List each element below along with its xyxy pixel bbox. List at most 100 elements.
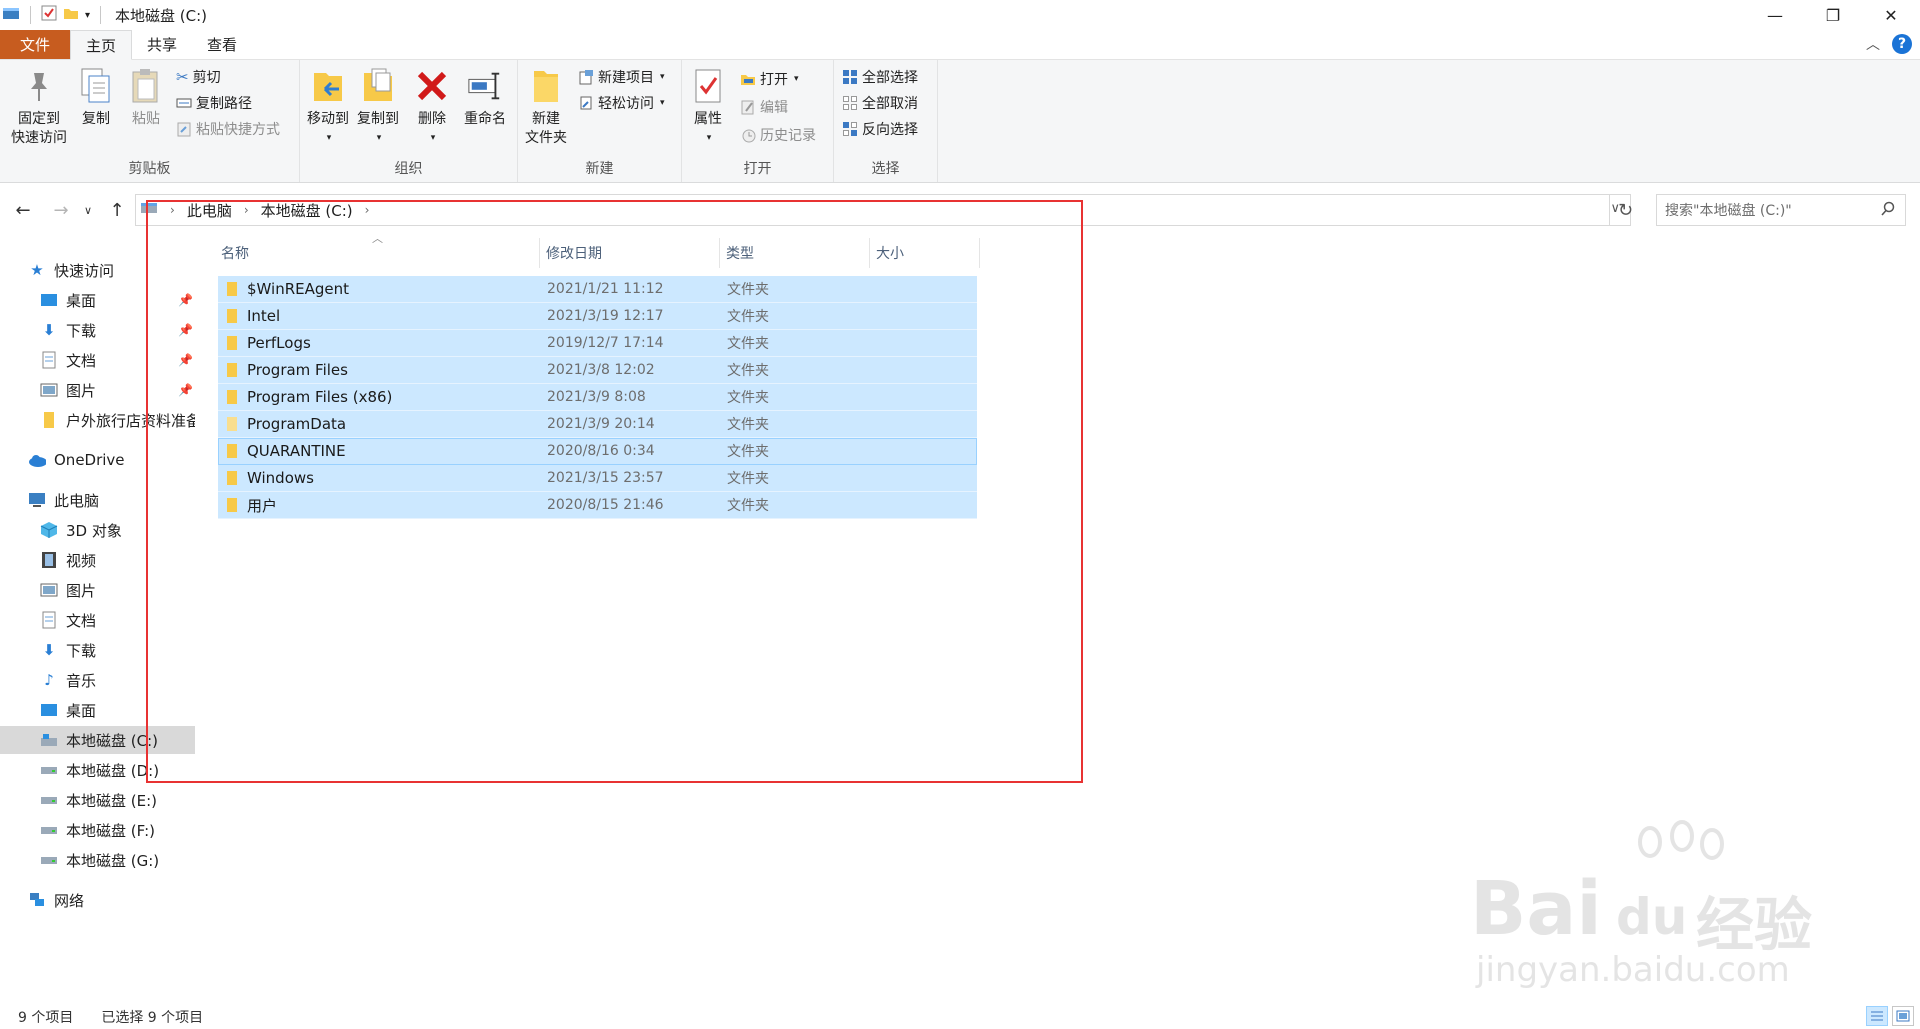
- up-arrow-icon[interactable]: ↑: [104, 198, 130, 222]
- search-icon: [1880, 201, 1896, 221]
- easy-access-label: 轻松访问: [598, 96, 654, 112]
- cut-label: 剪切: [192, 70, 221, 86]
- pin-to-quick-access-button[interactable]: 固定到 快速访问: [6, 66, 72, 148]
- invert-selection-icon: [842, 121, 858, 137]
- delete-x-icon: [414, 66, 450, 106]
- nav-drive-g[interactable]: 本地磁盘 (G:): [0, 846, 195, 874]
- select-all-button[interactable]: 全部选择: [842, 66, 918, 88]
- new-group: 新建 文件夹 新建项目 ▾ 轻松访问 ▾ 新建: [518, 60, 682, 182]
- organize-group: 移动到 ▾ 复制到 ▾ 删除 ▾ 重命名 组织: [300, 60, 518, 182]
- star-icon: ★: [30, 261, 44, 279]
- nav-drive-c-label: 本地磁盘 (C:): [66, 731, 158, 750]
- download-arrow-icon: ⬇: [42, 321, 56, 339]
- nav-videos-label: 视频: [66, 551, 97, 570]
- new-item-icon: [578, 69, 594, 85]
- nav-drive-f[interactable]: 本地磁盘 (F:): [0, 816, 195, 844]
- minimize-button[interactable]: —: [1746, 0, 1804, 30]
- nav-quick-documents-label: 文档: [66, 351, 97, 370]
- window-title: 本地磁盘 (C:): [115, 6, 208, 25]
- pin-icon: [21, 66, 57, 106]
- paste-button[interactable]: 粘贴: [126, 66, 166, 129]
- move-to-folder-icon: [310, 66, 346, 106]
- new-item-button[interactable]: 新建项目 ▾: [578, 66, 665, 88]
- cut-button[interactable]: ✂ 剪切: [176, 66, 221, 88]
- new-folder-button[interactable]: 新建 文件夹: [524, 66, 568, 148]
- paste-icon: [128, 66, 164, 106]
- refresh-icon[interactable]: ↻: [1609, 194, 1641, 226]
- new-group-label: 新建: [585, 161, 614, 177]
- nav-drive-e[interactable]: 本地磁盘 (E:): [0, 786, 195, 814]
- customize-qat-chevron-icon[interactable]: ▾: [85, 10, 90, 21]
- maximize-button[interactable]: ❐: [1804, 0, 1862, 30]
- drive-icon: [40, 761, 58, 779]
- status-bar: 9 个项目 已选择 9 个项目: [0, 1004, 1920, 1029]
- forward-arrow-icon[interactable]: →: [48, 198, 74, 222]
- organize-group-label: 组织: [394, 161, 423, 177]
- delete-dropdown-icon: ▾: [430, 133, 436, 143]
- back-arrow-icon[interactable]: ←: [10, 198, 36, 222]
- tab-home[interactable]: 主页: [70, 30, 133, 60]
- tab-file[interactable]: 文件: [0, 30, 70, 59]
- open-button[interactable]: 打开 ▾: [740, 68, 799, 90]
- help-icon[interactable]: ?: [1892, 34, 1912, 54]
- cloud-icon: [28, 451, 46, 469]
- collapse-ribbon-chevron-icon[interactable]: ︿: [1866, 34, 1880, 54]
- ribbon: 固定到 快速访问 复制 粘贴 ✂ 剪切 复制路径 粘贴快捷方式 剪贴板 移动到 …: [0, 60, 1920, 183]
- copy-path-icon: [176, 95, 192, 111]
- pin-label: 固定到 快速访问: [11, 111, 67, 146]
- properties-button[interactable]: 属性 ▾: [688, 66, 728, 148]
- tab-share[interactable]: 共享: [132, 30, 192, 59]
- select-none-button[interactable]: 全部取消: [842, 92, 918, 114]
- highlight-annotation-box: [146, 200, 1083, 783]
- music-note-icon: ♪: [44, 671, 54, 689]
- select-group: 全部选择 全部取消 反向选择 选择: [834, 60, 938, 182]
- copy-to-folder-icon: [360, 66, 396, 106]
- copy-path-button[interactable]: 复制路径: [176, 92, 252, 114]
- edit-button[interactable]: 编辑: [740, 96, 788, 118]
- watermark-brand: Bai: [1470, 866, 1602, 952]
- nav-network-label: 网络: [54, 891, 85, 910]
- properties-qat-icon[interactable]: [41, 5, 57, 25]
- invert-selection-button[interactable]: 反向选择: [842, 118, 918, 140]
- nav-drive-g-label: 本地磁盘 (G:): [66, 851, 160, 870]
- history-label: 历史记录: [760, 128, 816, 144]
- selected-count: 已选择 9 个项目: [101, 1009, 204, 1026]
- drive-icon: [40, 851, 58, 869]
- tab-view[interactable]: 查看: [192, 30, 252, 59]
- easy-access-dropdown-icon: ▾: [660, 98, 665, 108]
- select-none-label: 全部取消: [862, 96, 918, 112]
- open-group-label: 打开: [743, 161, 772, 177]
- paste-shortcut-label: 粘贴快捷方式: [196, 122, 280, 138]
- nav-network[interactable]: 网络: [28, 886, 223, 914]
- delete-button[interactable]: 删除 ▾: [412, 66, 452, 148]
- copy-to-button[interactable]: 复制到 ▾: [354, 66, 402, 148]
- nav-3d-objects-label: 3D 对象: [66, 521, 122, 540]
- select-none-icon: [842, 95, 858, 111]
- paste-shortcut-button[interactable]: 粘贴快捷方式: [176, 118, 280, 140]
- large-icons-view-icon[interactable]: [1892, 1006, 1914, 1026]
- close-button[interactable]: ✕: [1862, 0, 1920, 30]
- quick-access-toolbar: ▾: [0, 0, 105, 30]
- nav-pictures-label: 图片: [66, 581, 97, 600]
- easy-access-button[interactable]: 轻松访问 ▾: [578, 92, 665, 114]
- pictures-icon: [40, 581, 58, 599]
- new-folder-qat-icon[interactable]: [63, 5, 79, 25]
- item-count: 9 个项目: [18, 1009, 74, 1026]
- rename-label: 重命名: [464, 111, 506, 127]
- edit-label: 编辑: [760, 100, 788, 116]
- document-icon: [40, 351, 58, 369]
- properties-dropdown-icon: ▾: [706, 133, 712, 143]
- search-input[interactable]: 搜索"本地磁盘 (C:)": [1656, 194, 1906, 226]
- explorer-app-icon[interactable]: [2, 5, 20, 25]
- watermark-url: jingyan.baidu.com: [1476, 950, 1790, 990]
- copy-button[interactable]: 复制: [76, 66, 116, 129]
- move-to-button[interactable]: 移动到 ▾: [304, 66, 352, 148]
- delete-label: 删除: [418, 111, 446, 127]
- 3d-cube-icon: [40, 521, 58, 539]
- move-to-label: 移动到: [307, 111, 349, 127]
- history-button[interactable]: 历史记录: [740, 124, 816, 146]
- nav-drive-f-label: 本地磁盘 (F:): [66, 821, 155, 840]
- rename-button[interactable]: 重命名: [460, 66, 510, 129]
- recent-locations-chevron-icon[interactable]: ∨: [80, 198, 96, 222]
- details-view-icon[interactable]: [1866, 1006, 1888, 1026]
